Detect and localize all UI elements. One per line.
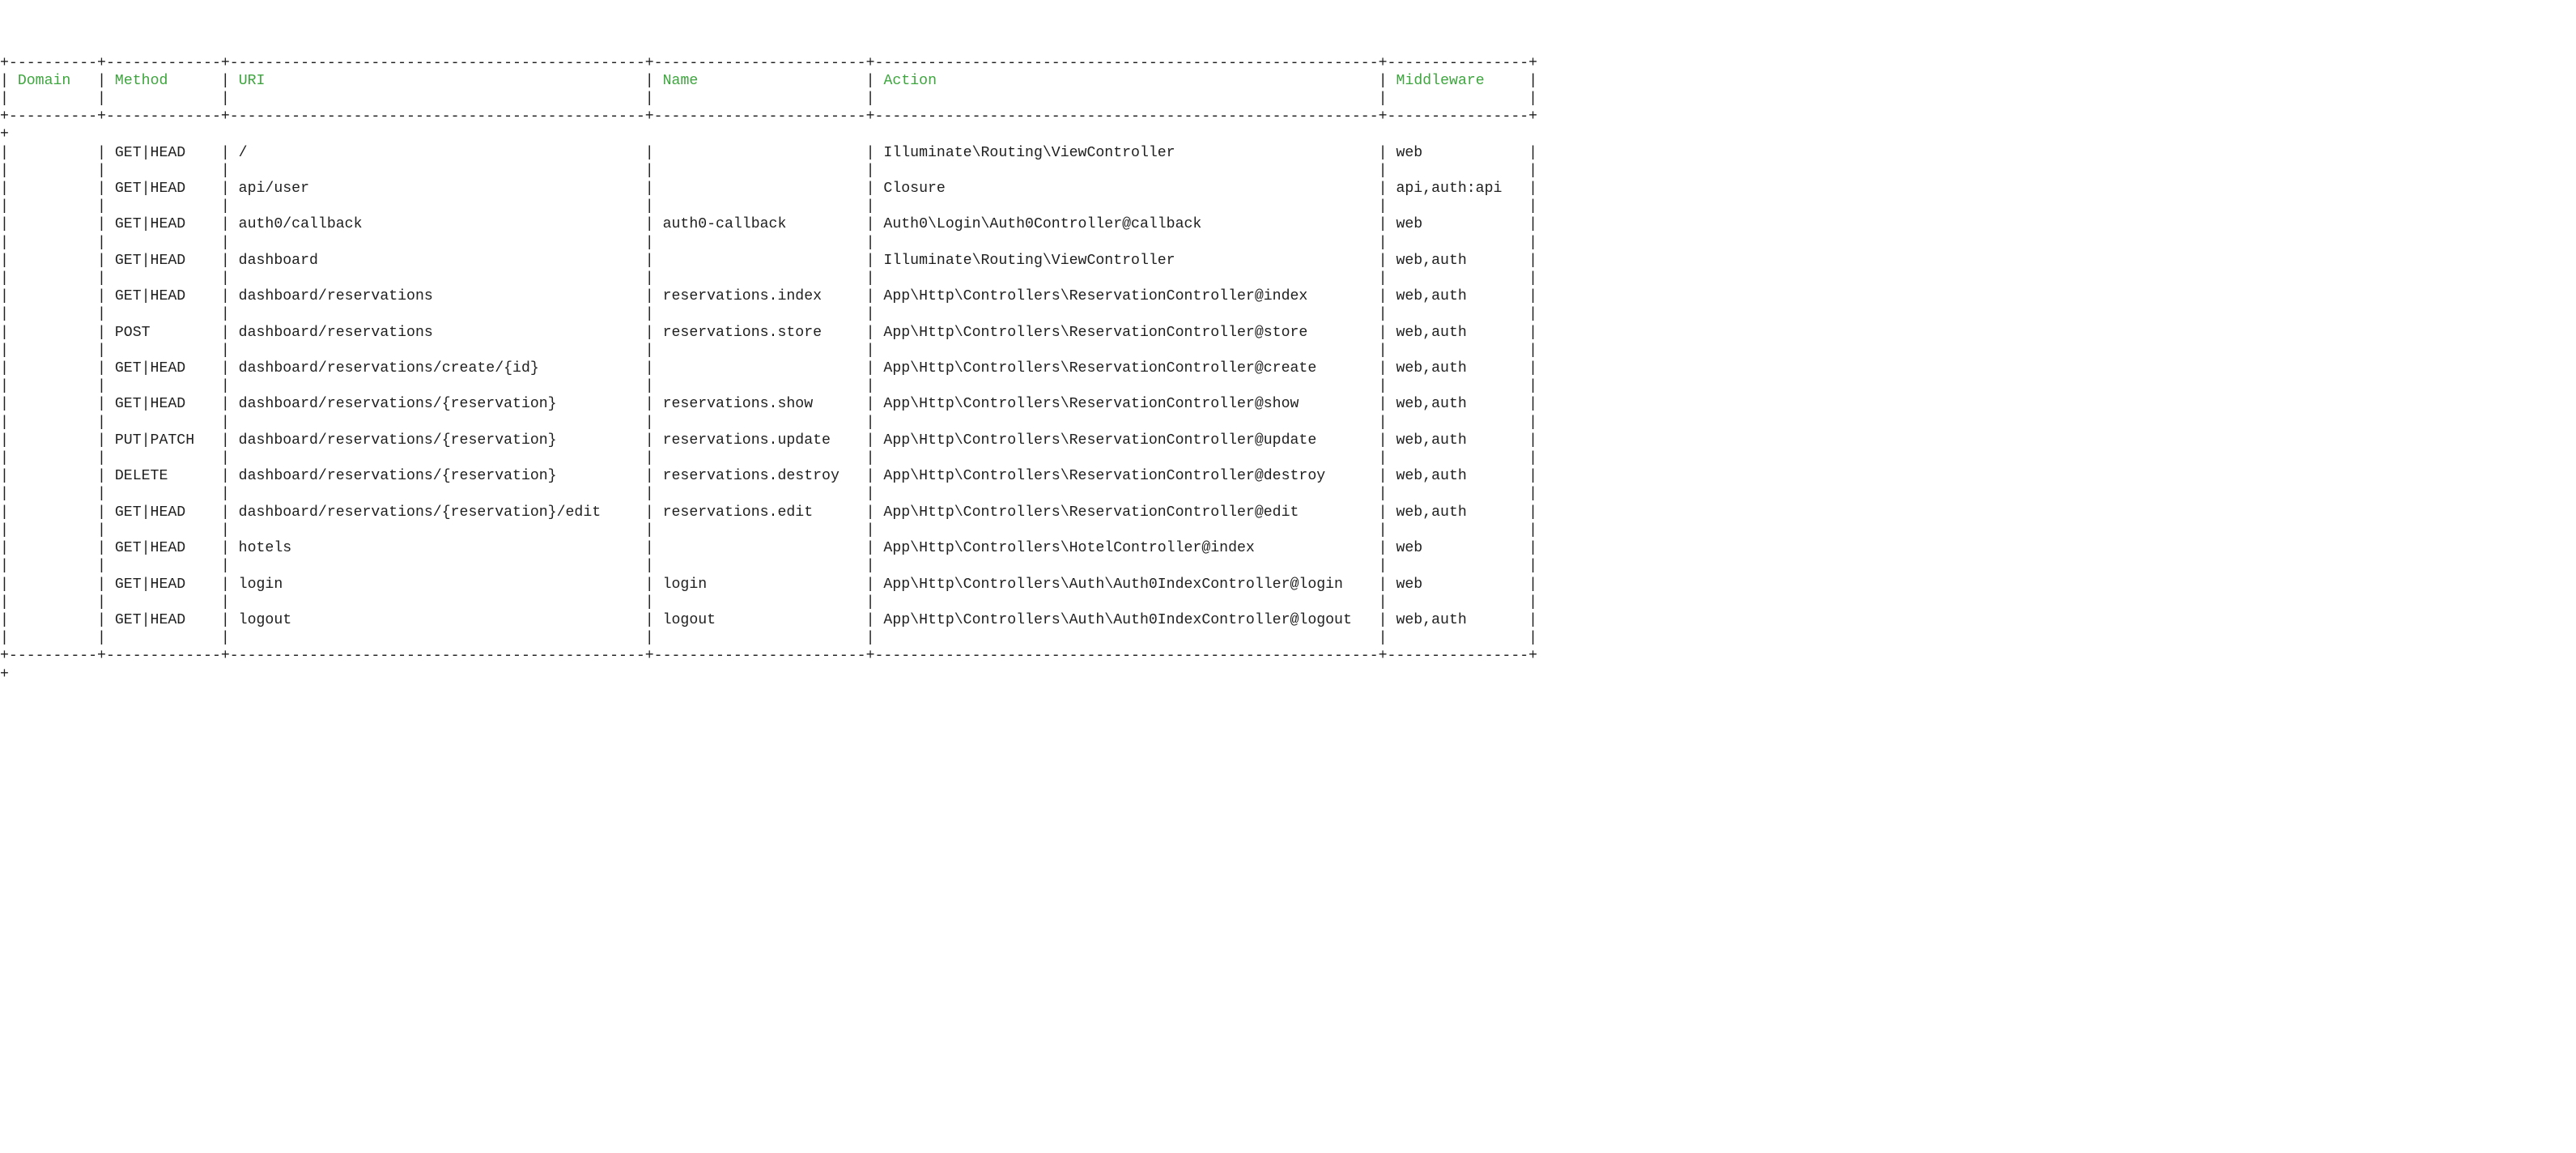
- route-list-table: +----------+-------------+--------------…: [0, 54, 2576, 683]
